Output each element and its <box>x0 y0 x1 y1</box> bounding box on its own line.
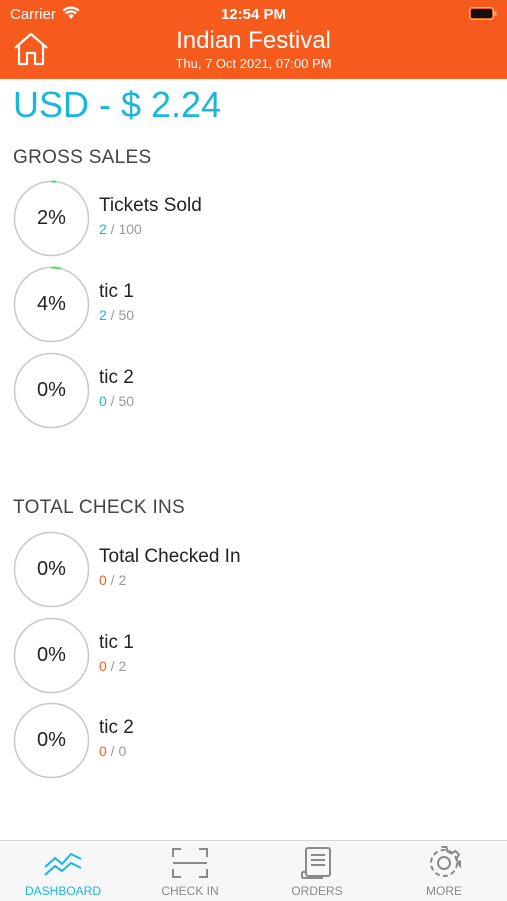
tab-label: CHECK IN <box>161 884 219 898</box>
row-label: tic 1 <box>99 281 134 302</box>
progress-ring: 0% <box>13 617 90 694</box>
tab-label: DASHBOARD <box>24 884 101 898</box>
battery-icon <box>469 7 497 24</box>
current-count: 0 <box>99 743 107 759</box>
total-count: 0 <box>118 743 127 759</box>
tab-dashboard[interactable]: DASHBOARD <box>0 841 126 901</box>
event-title: Indian Festival <box>176 27 331 54</box>
row-label: Tickets Sold <box>99 195 202 216</box>
gross-sales-row-tickets-sold: 2% Tickets Sold 2 / 100 <box>13 180 493 258</box>
progress-ring: 0% <box>13 702 90 779</box>
tab-orders[interactable]: ORDERS <box>254 841 380 901</box>
tab-more[interactable]: MORE <box>381 841 507 901</box>
row-count: 0 / 50 <box>99 393 135 409</box>
progress-percent: 4% <box>37 293 66 315</box>
current-count: 2 <box>99 221 107 237</box>
clock-time: 12:54 PM <box>220 6 287 23</box>
current-count: 2 <box>99 307 107 323</box>
tab-label: ORDERS <box>291 884 343 898</box>
status-bar: Carrier 12:54 PM <box>0 0 507 28</box>
dashboard-chart-icon <box>44 853 82 876</box>
row-label: tic 2 <box>99 717 134 738</box>
gross-sales-title: GROSS SALES <box>13 147 152 168</box>
total-count: 100 <box>118 221 142 237</box>
progress-percent: 0% <box>37 558 66 580</box>
tab-check-in[interactable]: CHECK IN <box>127 841 253 901</box>
progress-ring: 0% <box>13 352 90 429</box>
current-count: 0 <box>99 658 107 674</box>
total-count: 2 <box>118 572 127 588</box>
row-count: 0 / 2 <box>99 658 127 674</box>
row-count: 2 / 100 <box>99 221 142 237</box>
progress-ring: 0% <box>13 531 90 608</box>
progress-ring: 4% <box>13 266 90 343</box>
row-count: 0 / 2 <box>99 572 127 588</box>
total-count: 50 <box>118 307 135 323</box>
event-datetime: Thu, 7 Oct 2021, 07:00 PM <box>175 56 332 71</box>
header-bar: Carrier 12:54 PM Indian Festival Thu, 7 … <box>0 0 507 79</box>
scan-frame-icon <box>172 848 208 878</box>
progress-percent: 0% <box>37 729 66 751</box>
progress-percent: 0% <box>37 644 66 666</box>
row-label: tic 2 <box>99 367 134 388</box>
check-ins-row-tic-1: 0% tic 1 0 / 2 <box>13 617 493 695</box>
progress-percent: 0% <box>37 379 66 401</box>
gross-sales-row-tic-2: 0% tic 2 0 / 50 <box>13 352 493 430</box>
row-label: Total Checked In <box>99 546 241 567</box>
receipt-icon <box>301 847 331 879</box>
check-ins-row-tic-2: 0% tic 2 0 / 0 <box>13 702 493 780</box>
tab-label: MORE <box>426 884 462 898</box>
total-count: 50 <box>118 393 135 409</box>
row-label: tic 1 <box>99 632 134 653</box>
current-count: 0 <box>99 393 107 409</box>
check-ins-row-total: 0% Total Checked In 0 / 2 <box>13 531 493 609</box>
check-ins-title: TOTAL CHECK INS <box>13 497 186 518</box>
row-count: 2 / 50 <box>99 307 135 323</box>
gear-icon <box>430 846 461 877</box>
total-count: 2 <box>118 658 127 674</box>
current-count: 0 <box>99 572 107 588</box>
progress-ring: 2% <box>13 180 90 257</box>
total-amount: USD - $ 2.24 <box>13 84 222 125</box>
row-count: 0 / 0 <box>99 743 127 759</box>
tab-bar: DASHBOARD CHECK IN ORDERS MORE <box>0 840 507 901</box>
gross-sales-row-tic-1: 4% tic 1 2 / 50 <box>13 266 493 344</box>
progress-percent: 2% <box>37 207 66 229</box>
